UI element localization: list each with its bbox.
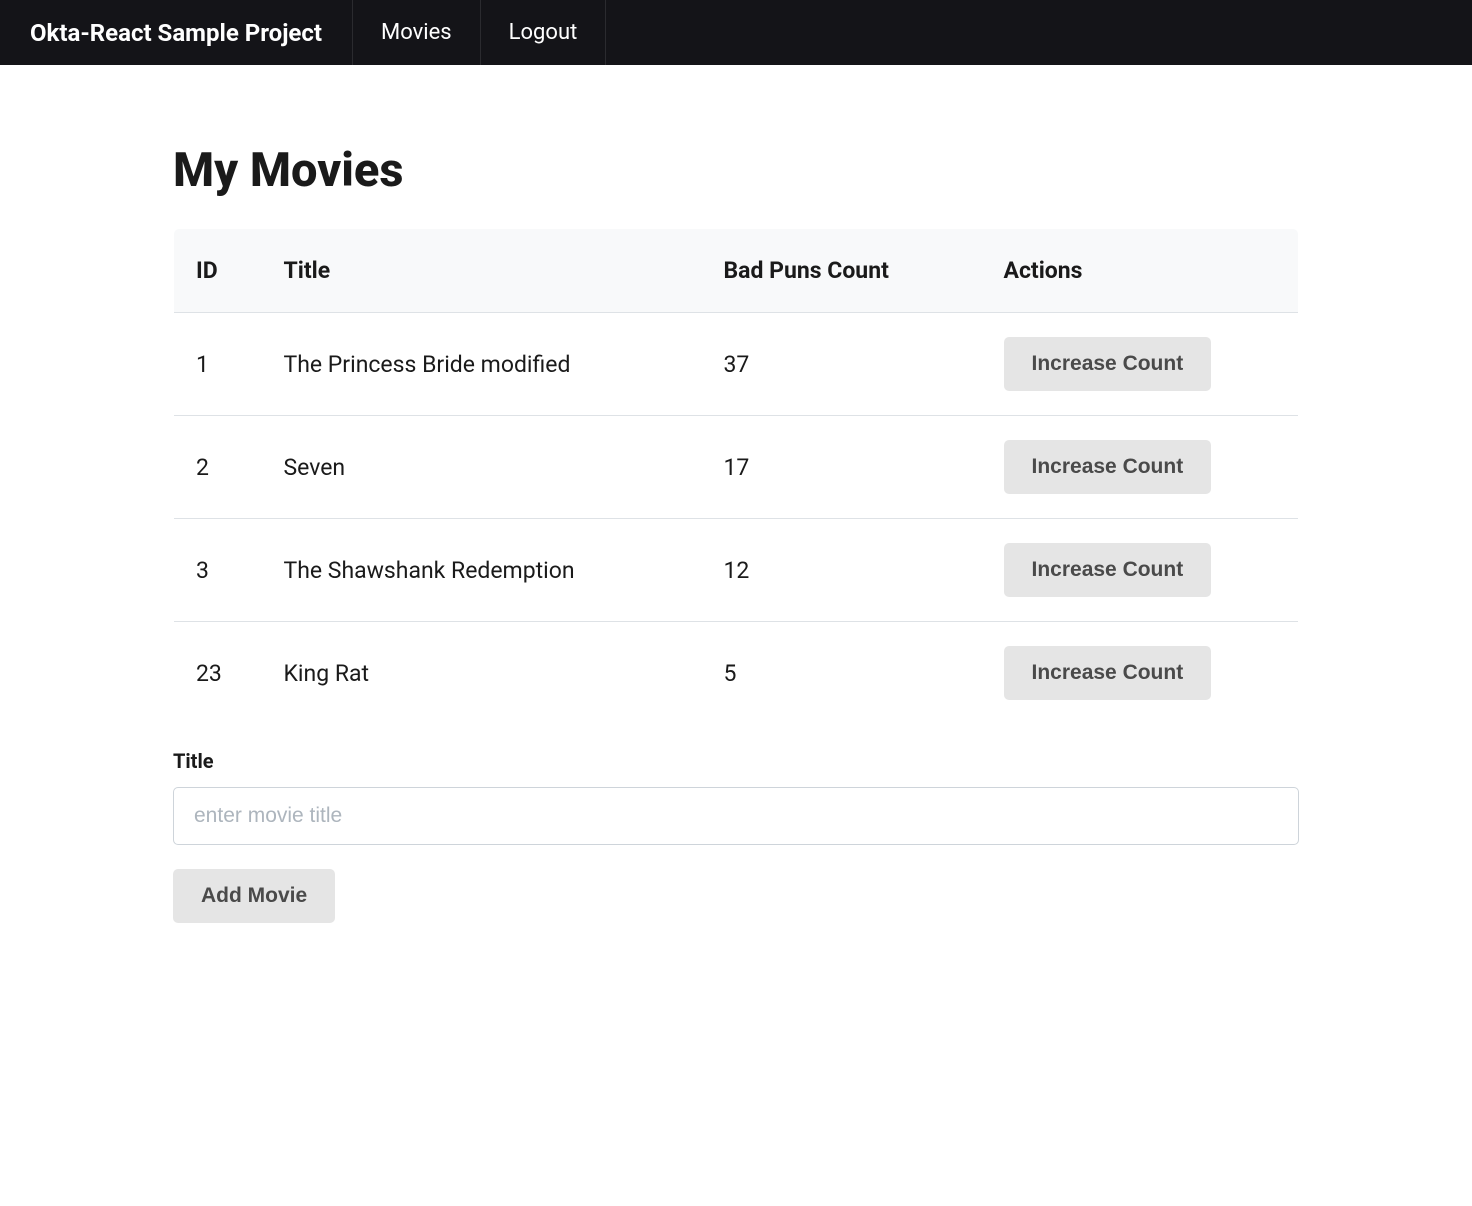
table-row: 1 The Princess Bride modified 37 Increas… [174, 313, 1299, 416]
increase-count-button[interactable]: Increase Count [1004, 440, 1212, 494]
cell-id: 23 [174, 622, 264, 725]
page-title: My Movies [173, 143, 1299, 198]
title-input[interactable] [173, 787, 1299, 845]
cell-title: The Shawshank Redemption [264, 519, 704, 622]
table-header-row: ID Title Bad Puns Count Actions [174, 229, 1299, 313]
movies-table: ID Title Bad Puns Count Actions 1 The Pr… [173, 228, 1299, 725]
header-actions: Actions [984, 229, 1299, 313]
main-container: My Movies ID Title Bad Puns Count Action… [151, 143, 1321, 923]
cell-title: Seven [264, 416, 704, 519]
add-movie-button[interactable]: Add Movie [173, 869, 335, 923]
title-label: Title [173, 749, 1299, 773]
cell-id: 3 [174, 519, 264, 622]
nav-link-logout[interactable]: Logout [481, 0, 607, 65]
navbar-brand[interactable]: Okta-React Sample Project [0, 0, 353, 65]
cell-id: 1 [174, 313, 264, 416]
cell-count: 37 [704, 313, 984, 416]
cell-count: 12 [704, 519, 984, 622]
add-movie-form: Title Add Movie [173, 749, 1299, 923]
cell-actions: Increase Count [984, 416, 1299, 519]
nav-link-movies[interactable]: Movies [353, 0, 481, 65]
cell-actions: Increase Count [984, 622, 1299, 725]
increase-count-button[interactable]: Increase Count [1004, 543, 1212, 597]
cell-actions: Increase Count [984, 313, 1299, 416]
increase-count-button[interactable]: Increase Count [1004, 646, 1212, 700]
cell-actions: Increase Count [984, 519, 1299, 622]
table-row: 3 The Shawshank Redemption 12 Increase C… [174, 519, 1299, 622]
header-title: Title [264, 229, 704, 313]
table-body: 1 The Princess Bride modified 37 Increas… [174, 313, 1299, 725]
table-row: 2 Seven 17 Increase Count [174, 416, 1299, 519]
header-count: Bad Puns Count [704, 229, 984, 313]
cell-id: 2 [174, 416, 264, 519]
table-row: 23 King Rat 5 Increase Count [174, 622, 1299, 725]
navbar: Okta-React Sample Project Movies Logout [0, 0, 1472, 65]
cell-count: 17 [704, 416, 984, 519]
header-id: ID [174, 229, 264, 313]
cell-title: The Princess Bride modified [264, 313, 704, 416]
cell-title: King Rat [264, 622, 704, 725]
cell-count: 5 [704, 622, 984, 725]
increase-count-button[interactable]: Increase Count [1004, 337, 1212, 391]
